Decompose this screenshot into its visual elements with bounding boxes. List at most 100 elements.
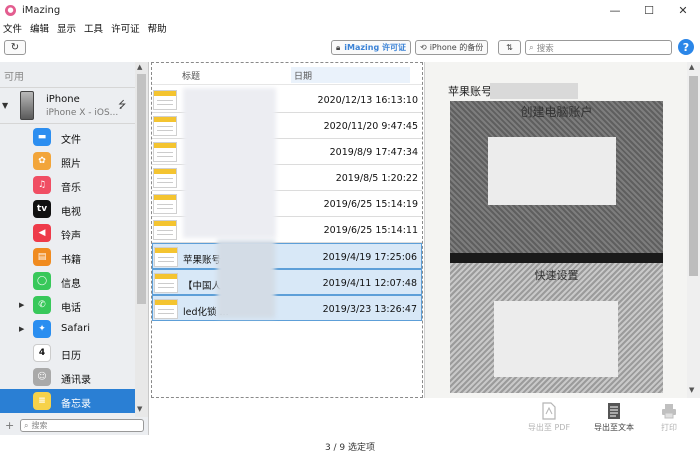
sidebar-item-label: Safari (61, 323, 91, 334)
sidebar-item-messages[interactable]: ◯ 信息 (0, 269, 135, 293)
sidebar-item-label: 书籍 (61, 255, 81, 266)
window-title: iMazing (22, 4, 61, 16)
menu-edit[interactable]: 编辑 (30, 21, 49, 35)
license-button[interactable]: 🔒︎ iMazing 许可证 (331, 40, 411, 55)
note-photo: 创建电脑账户 快速设置 (450, 101, 663, 393)
sidebar-item-safari[interactable]: ▶ ✦ Safari (0, 317, 135, 341)
export-pdf-button[interactable]: 导出至 PDF (519, 402, 579, 433)
scroll-up-icon[interactable]: ▲ (137, 63, 142, 71)
sidebar-item-photos[interactable]: ✿ 照片 (0, 149, 135, 173)
help-button[interactable]: ? (678, 39, 694, 55)
sidebar-item-label: 照片 (61, 159, 81, 170)
sidebar: 可用 ▼ iPhone iPhone X - iOS... ⭍ ▬ 文件 ✿ 照片 ♫ 音… (0, 62, 149, 417)
photo-bezel (450, 253, 663, 263)
sidebar-scroll-thumb[interactable] (137, 74, 146, 304)
menu-tools[interactable]: 工具 (84, 21, 103, 35)
redacted-area (494, 301, 618, 377)
minimize-button[interactable]: — (598, 0, 632, 20)
sidebar-item-phone[interactable]: ▶ ✆ 电话 (0, 293, 135, 317)
backup-button[interactable]: ⟲ iPhone 的备份 (415, 40, 489, 55)
music-icon: ♫ (33, 176, 51, 194)
sidebar-item-notes[interactable]: ≡ 备忘录 (0, 389, 135, 413)
sidebar-item-music[interactable]: ♫ 音乐 (0, 173, 135, 197)
sidebar-item-contacts[interactable]: ☺ 通讯录 (0, 365, 135, 389)
search-input[interactable]: ⌕ 搜索 (525, 40, 672, 55)
sidebar-scrollbar[interactable]: ▲ ▼ (135, 62, 148, 417)
note-icon (153, 220, 177, 240)
sidebar-item-ringtone[interactable]: ◀ 铃声 (0, 221, 135, 245)
menu-bar: 文件 编辑 显示 工具 许可证 帮助 (0, 20, 175, 36)
print-button[interactable]: 打印 (639, 402, 699, 433)
sidebar-item-label: 信息 (61, 279, 81, 290)
expander-icon[interactable]: ▶ (19, 325, 24, 333)
history-icon: ⟲ (420, 43, 427, 52)
safari-icon: ✦ (33, 320, 51, 338)
preview-pane: 苹果账号 创建电脑账户 快速设置 ▲ ▼ (424, 62, 700, 398)
device-expander-icon[interactable]: ▼ (2, 101, 8, 110)
books-icon: ▤ (33, 248, 51, 266)
sidebar-item-books[interactable]: ▤ 书籍 (0, 245, 135, 269)
text-doc-icon (608, 403, 620, 419)
export-text-label: 导出至文本 (594, 423, 634, 432)
sidebar-item-tv[interactable]: tv 电视 (0, 197, 135, 221)
refresh-button[interactable]: ↻ (4, 40, 26, 55)
photo-caption-top: 创建电脑账户 (520, 105, 593, 119)
sidebar-item-calendar[interactable]: 4 日历 (0, 341, 135, 365)
table-row[interactable]: 苹果账号 2019/4/19 17:25:06 (152, 243, 422, 269)
preview-title: 苹果账号 (448, 85, 492, 98)
sidebar-footer: + ⌕ 搜索 (0, 417, 149, 435)
tv-icon: tv (33, 200, 51, 218)
selection-status: 3 / 9 选定项 (324, 443, 376, 453)
table-row[interactable]: led化锁 ... 2019/3/23 13:26:47 (152, 295, 422, 321)
lock-icon: 🔒︎ (336, 42, 341, 52)
sidebar-item-label: 文件 (61, 135, 81, 146)
note-icon (154, 299, 178, 319)
scroll-up-icon[interactable]: ▲ (689, 63, 694, 71)
calendar-icon: 4 (33, 344, 51, 362)
maximize-button[interactable]: ☐ (632, 0, 666, 20)
note-icon (153, 90, 177, 110)
note-date: 2019/8/5 1:20:22 (335, 173, 418, 184)
phone-icon: ✆ (33, 296, 51, 314)
sidebar-item-label: 日历 (61, 351, 81, 362)
note-title: 苹果账号 (183, 255, 222, 266)
sidebar-item-label: 电话 (61, 303, 81, 314)
photo-caption-bottom: 快速设置 (534, 269, 579, 282)
menu-file[interactable]: 文件 (3, 21, 22, 35)
sidebar-item-label: 音乐 (61, 183, 81, 194)
menu-license[interactable]: 许可证 (111, 21, 140, 35)
menu-view[interactable]: 显示 (57, 21, 76, 35)
sidebar-search-placeholder: 搜索 (31, 421, 48, 430)
note-date: 2019/4/19 17:25:06 (322, 252, 417, 263)
note-date: 2020/12/13 16:13:10 (317, 95, 418, 106)
print-label: 打印 (661, 423, 677, 432)
scroll-down-icon[interactable]: ▼ (137, 405, 142, 413)
note-date: 2019/6/25 15:14:19 (323, 199, 418, 210)
scroll-down-icon[interactable]: ▼ (689, 386, 694, 394)
sidebar-item-label: 备忘录 (61, 399, 91, 410)
redacted-area (488, 137, 616, 205)
table-row[interactable]: 【中国人 2019/4/11 12:07:48 (152, 269, 422, 295)
sort-button[interactable]: ⇅ (498, 40, 521, 55)
photos-icon: ✿ (33, 152, 51, 170)
messages-icon: ◯ (33, 272, 51, 290)
sidebar-item-folder[interactable]: ▬ 文件 (0, 125, 135, 149)
preview-scroll-thumb[interactable] (689, 76, 698, 276)
note-date: 2019/3/23 13:26:47 (322, 304, 417, 315)
column-title[interactable]: 标题 (182, 69, 200, 82)
refresh-icon: ↻ (10, 42, 20, 53)
license-label: iMazing 许可证 (344, 43, 406, 52)
note-icon (153, 194, 177, 214)
app-logo-icon: ● (5, 4, 16, 16)
iphone-icon (20, 91, 34, 120)
export-text-button[interactable]: 导出至文本 (584, 402, 644, 433)
device-row[interactable]: ▼ iPhone iPhone X - iOS... ⭍ (0, 87, 135, 124)
add-icon[interactable]: + (5, 419, 14, 432)
menu-help[interactable]: 帮助 (148, 21, 167, 35)
sidebar-search-input[interactable]: ⌕ 搜索 (20, 419, 144, 432)
close-button[interactable]: ✕ (666, 0, 700, 20)
device-model: iPhone X - iOS... (46, 108, 119, 118)
expander-icon[interactable]: ▶ (19, 301, 24, 309)
preview-scrollbar[interactable]: ▲ ▼ (687, 62, 700, 398)
column-date[interactable]: 日期 (291, 67, 410, 83)
